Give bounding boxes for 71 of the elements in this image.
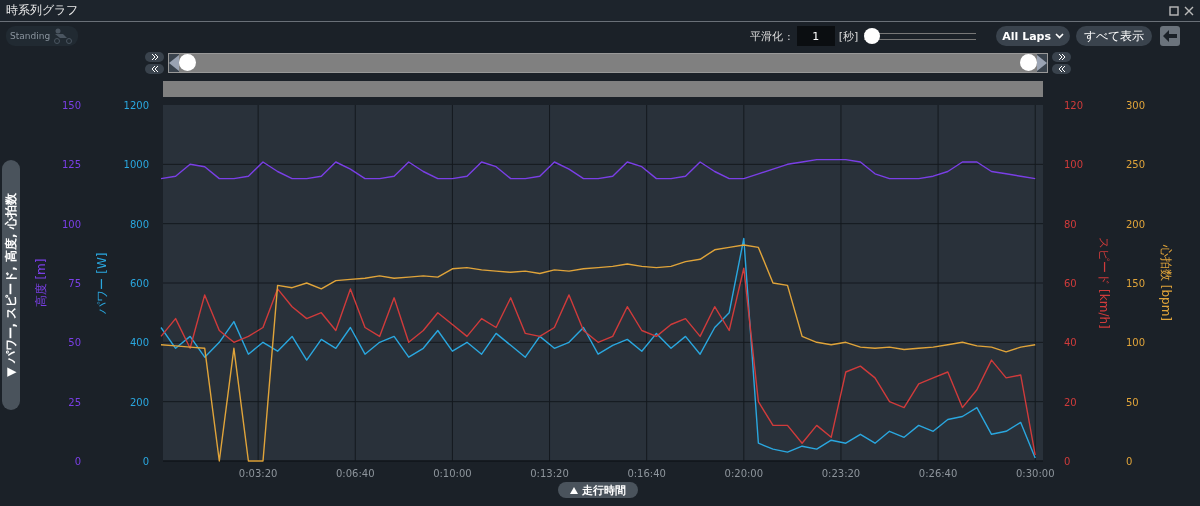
smoothing-unit: [秒] [838, 28, 859, 44]
y-tick-label: 25 [68, 396, 81, 408]
y-tick-label: 100 [1126, 337, 1146, 349]
close-icon[interactable] [1184, 5, 1194, 16]
double-chevron-left-icon [150, 66, 159, 72]
range-thumb[interactable] [1020, 54, 1037, 71]
y-tick-label: 80 [1064, 218, 1077, 230]
step-forward-button[interactable] [1052, 52, 1071, 62]
y-tick-label: 1200 [123, 100, 149, 111]
window-title: 時系列グラフ [6, 2, 78, 19]
x-tick-label: 0:26:40 [918, 468, 958, 479]
y-tick-label: 0 [1126, 456, 1133, 467]
y-tick-label: 120 [1064, 100, 1084, 111]
y-tick-label: 600 [129, 278, 149, 289]
smoothing-input[interactable]: 1 [796, 26, 835, 46]
cyclist-icon [52, 28, 75, 44]
range-slider[interactable] [179, 54, 1037, 72]
y-axis-title: パワー [W] [95, 252, 109, 314]
x-tick-label: 0:20:00 [724, 468, 764, 479]
maximize-icon[interactable] [1169, 5, 1179, 16]
range-thumb[interactable] [179, 54, 196, 71]
chevron-down-icon [1055, 33, 1064, 39]
double-chevron-right-icon [1057, 54, 1066, 60]
smoothing-label: 平滑化 : [750, 28, 791, 44]
x-tick-label: 0:16:40 [627, 468, 666, 479]
x-tick-label: 0:10:00 [433, 468, 472, 479]
lap-select[interactable]: All Laps [996, 26, 1070, 46]
step-forward-button[interactable] [145, 52, 164, 62]
y-tick-label: 400 [129, 337, 149, 349]
x-tick-label: 0:30:00 [1015, 468, 1055, 479]
y-tick-label: 60 [1064, 278, 1077, 289]
y-tick-label: 100 [1064, 159, 1084, 171]
back-button[interactable] [1160, 26, 1180, 46]
slider-thumb[interactable] [864, 28, 881, 44]
y-tick-label: 200 [129, 396, 149, 408]
double-chevron-right-icon [150, 54, 159, 60]
y-axis-title: 高度 [m] [34, 258, 48, 308]
double-chevron-left-icon [1057, 66, 1066, 72]
y-axis-title: 心拍数 [bpm] [1159, 244, 1173, 322]
x-axis-tab[interactable]: 走行時間 [557, 482, 638, 498]
y-tick-label: 100 [61, 218, 81, 230]
x-tick-label: 0:13:20 [530, 468, 569, 479]
triangle-up-icon [569, 486, 578, 494]
y-tick-label: 40 [1064, 337, 1077, 349]
show-all-button[interactable]: すべて表示 [1076, 26, 1152, 46]
y-tick-label: 150 [1126, 278, 1146, 289]
y-tick-label: 0 [1064, 456, 1071, 467]
triangle-left-icon[interactable] [169, 54, 179, 72]
y-tick-label: 75 [68, 278, 81, 289]
x-tick-label: 0:23:20 [821, 468, 861, 479]
arrow-left-icon [1163, 30, 1177, 42]
y-tick-label: 200 [1126, 218, 1146, 230]
y-tick-label: 150 [61, 100, 81, 111]
y-tick-label: 800 [129, 218, 149, 230]
y-tick-label: 0 [142, 456, 149, 467]
x-tick-label: 0:06:40 [336, 468, 375, 479]
x-tick-label: 0:03:20 [238, 468, 278, 479]
y-tick-label: 20 [1064, 396, 1077, 408]
series-toggle-tab[interactable]: ▼ パワー, スピード, 高度, 心拍数 [2, 160, 20, 410]
triangle-right-icon[interactable] [1037, 54, 1047, 72]
y-tick-label: 50 [68, 337, 81, 349]
y-axis-title: スピード [km/h] [1097, 237, 1111, 329]
y-tick-label: 0 [74, 456, 81, 467]
y-tick-label: 50 [1126, 396, 1139, 408]
logo-text: Standing [10, 31, 51, 41]
y-tick-label: 300 [1126, 100, 1146, 111]
step-back-button[interactable] [145, 64, 164, 74]
step-back-button[interactable] [1052, 64, 1071, 74]
y-tick-label: 1000 [123, 159, 149, 171]
y-tick-label: 250 [1126, 159, 1146, 171]
y-tick-label: 125 [61, 159, 81, 171]
